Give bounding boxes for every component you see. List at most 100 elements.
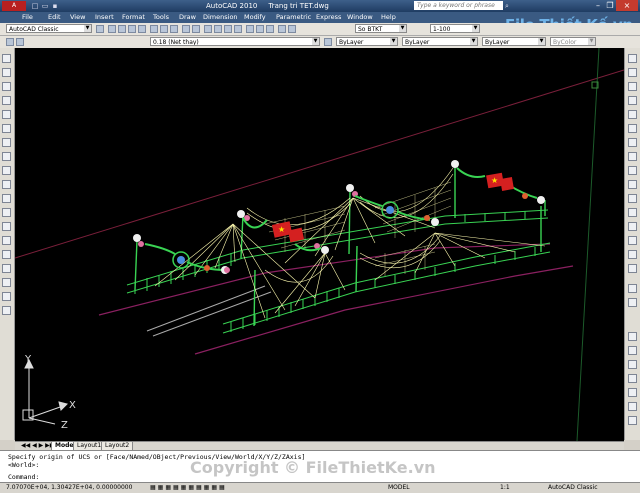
offset-icon[interactable]	[628, 96, 637, 105]
point-icon[interactable]	[2, 236, 11, 245]
menu-insert[interactable]: Insert	[95, 12, 114, 23]
menu-dimension[interactable]: Dimension	[203, 12, 238, 23]
hatch-icon[interactable]	[2, 250, 11, 259]
menu-tools[interactable]: Tools	[153, 12, 169, 23]
drawing-canvas[interactable]: ★ ★ Y X Z	[15, 48, 624, 441]
plotstyle-select[interactable]: ByColor ▼	[550, 37, 596, 46]
command-prompt[interactable]: Command:	[8, 473, 39, 481]
menu-parametric[interactable]: Parametric	[276, 12, 311, 23]
workspace-settings-icon[interactable]	[96, 25, 104, 33]
menu-help[interactable]: Help	[381, 12, 396, 23]
revcloud-icon[interactable]	[2, 152, 11, 161]
zoom-previous-icon[interactable]	[234, 25, 242, 33]
rotate-icon[interactable]	[628, 138, 637, 147]
join-icon[interactable]	[628, 222, 637, 231]
zoom-all-icon[interactable]	[628, 360, 637, 369]
undo-icon[interactable]	[182, 25, 190, 33]
menu-view[interactable]: View	[70, 12, 85, 23]
make-current-layer-icon[interactable]	[324, 38, 332, 46]
ucs-icon	[22, 358, 68, 425]
orbit-icon[interactable]	[628, 388, 637, 397]
array-icon[interactable]	[628, 110, 637, 119]
extend-icon[interactable]	[628, 194, 637, 203]
dimension-icon[interactable]	[628, 284, 637, 293]
autocad-logo-icon[interactable]: A	[2, 1, 26, 11]
move-icon[interactable]	[628, 124, 637, 133]
pan-icon[interactable]	[204, 25, 212, 33]
layer-select[interactable]: 0.18 (Net thay) ▼	[150, 37, 320, 46]
menu-modify[interactable]: Modify	[244, 12, 266, 23]
save-file-icon[interactable]	[128, 25, 136, 33]
layer-state-icon[interactable]	[16, 38, 24, 46]
minimize-icon[interactable]: –	[592, 0, 604, 11]
zoom-window-icon[interactable]	[224, 25, 232, 33]
tool-palettes-icon[interactable]	[266, 25, 274, 33]
explode-icon[interactable]	[628, 264, 637, 273]
construction-line-icon[interactable]	[2, 68, 11, 77]
open-file-icon[interactable]	[118, 25, 126, 33]
zoom-in-icon[interactable]	[628, 332, 637, 341]
realtime-pan-icon[interactable]	[628, 402, 637, 411]
spline-icon[interactable]	[2, 166, 11, 175]
calculator-icon[interactable]	[278, 25, 286, 33]
zoom-extents-icon[interactable]	[628, 374, 637, 383]
lineweight-select[interactable]: ByLayer ▼	[482, 37, 546, 46]
open-icon[interactable]: ▭	[40, 1, 50, 11]
plot-icon[interactable]	[138, 25, 146, 33]
zoom-out-icon[interactable]	[628, 346, 637, 355]
close-icon[interactable]: ×	[616, 0, 638, 11]
tab-scroll-arrows[interactable]: ◀◀ ◀ ▶ ▶▶	[21, 442, 54, 450]
copy-object-icon[interactable]	[628, 68, 637, 77]
stretch-icon[interactable]	[628, 166, 637, 175]
make-block-icon[interactable]	[2, 222, 11, 231]
gradient-icon[interactable]	[2, 264, 11, 273]
design-center-icon[interactable]	[256, 25, 264, 33]
paste-icon[interactable]	[170, 25, 178, 33]
insert-block-icon[interactable]	[2, 208, 11, 217]
redo-icon[interactable]	[192, 25, 200, 33]
polygon-icon[interactable]	[2, 96, 11, 105]
save-icon[interactable]: ▪	[50, 1, 60, 11]
copy-icon[interactable]	[160, 25, 168, 33]
chamfer-icon[interactable]	[628, 236, 637, 245]
menu-edit[interactable]: Edit	[48, 12, 61, 23]
ellipse-arc-icon[interactable]	[2, 194, 11, 203]
menu-file[interactable]: File	[22, 12, 33, 23]
rectangle-icon[interactable]	[2, 110, 11, 119]
new-icon[interactable]: □	[30, 1, 40, 11]
navigation-wheel-icon[interactable]	[628, 416, 637, 425]
restore-icon[interactable]: ❐	[604, 0, 616, 11]
arc-icon[interactable]	[2, 124, 11, 133]
linetype-select[interactable]: ByLayer ▼	[402, 37, 478, 46]
mirror-icon[interactable]	[628, 82, 637, 91]
menu-format[interactable]: Format	[122, 12, 145, 23]
menu-express[interactable]: Express	[316, 12, 341, 23]
properties-icon[interactable]	[246, 25, 254, 33]
scale-icon[interactable]	[628, 152, 637, 161]
leader-icon[interactable]	[628, 298, 637, 307]
menu-window[interactable]: Window	[347, 12, 373, 23]
textstyle-select[interactable]: So BTKT ▼	[355, 24, 407, 33]
fillet-icon[interactable]	[628, 250, 637, 259]
qnew-icon[interactable]	[108, 25, 116, 33]
trim-icon[interactable]	[628, 180, 637, 189]
region-icon[interactable]	[2, 278, 11, 287]
mtext-icon[interactable]	[2, 306, 11, 315]
help-icon[interactable]	[288, 25, 296, 33]
workspace-select[interactable]: AutoCAD Classic ▼	[6, 24, 92, 33]
menu-draw[interactable]: Draw	[179, 12, 196, 23]
line-icon[interactable]	[2, 54, 11, 63]
erase-icon[interactable]	[628, 54, 637, 63]
circle-icon[interactable]	[2, 138, 11, 147]
table-icon[interactable]	[2, 292, 11, 301]
scale-select[interactable]: 1-100 ▼	[430, 24, 480, 33]
search-icon[interactable]: ⌕	[502, 1, 512, 11]
layer-manager-icon[interactable]	[6, 38, 14, 46]
search-input[interactable]: Type a keyword or phrase	[414, 1, 503, 10]
cut-icon[interactable]	[150, 25, 158, 33]
color-select[interactable]: ByLayer ▼	[336, 37, 398, 46]
polyline-icon[interactable]	[2, 82, 11, 91]
zoom-icon[interactable]	[214, 25, 222, 33]
break-icon[interactable]	[628, 208, 637, 217]
ellipse-icon[interactable]	[2, 180, 11, 189]
